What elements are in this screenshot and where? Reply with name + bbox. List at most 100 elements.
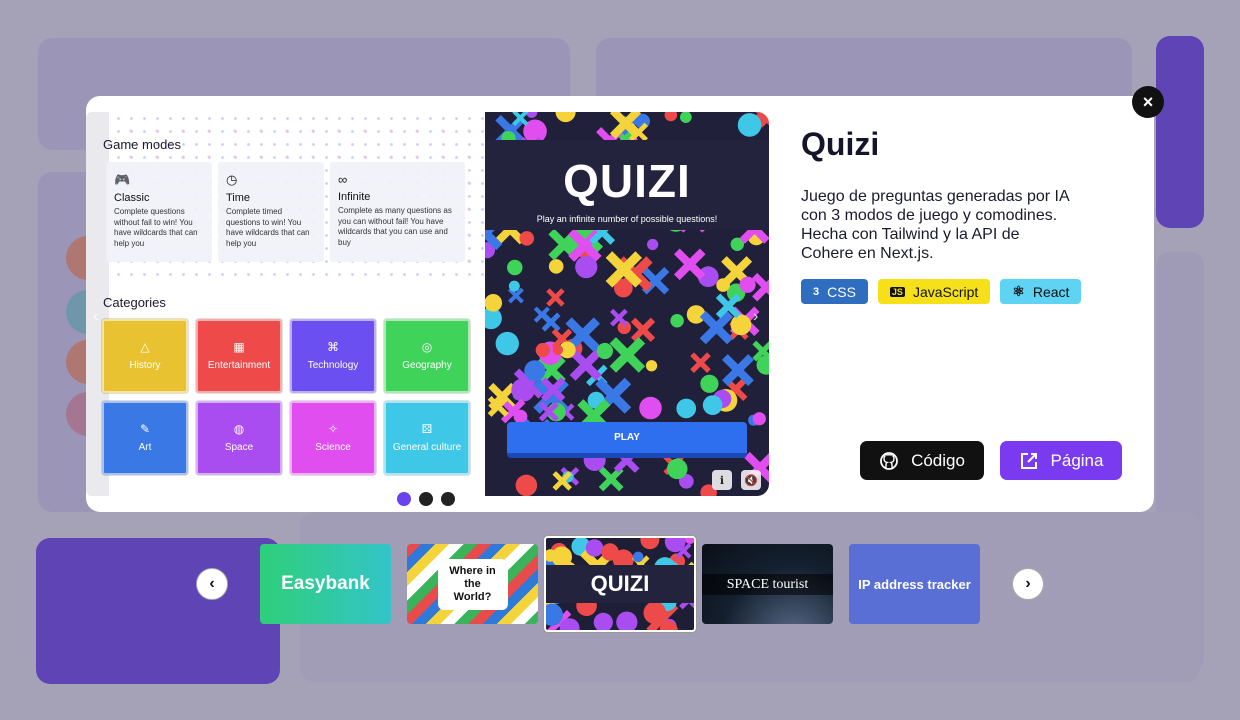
confetti-shape [700, 374, 719, 393]
confetti-shape [640, 538, 660, 550]
thumbnails-next-button[interactable]: › [1012, 568, 1044, 600]
dice-icon: ⚄ [421, 421, 433, 436]
nodes-icon: ⌘ [327, 339, 339, 354]
confetti-shape [752, 272, 769, 302]
confetti-shape [546, 288, 565, 307]
project-screenshot-landing: QUIZI Play an infinite number of possibl… [485, 112, 769, 496]
confetti-shape [690, 352, 711, 373]
game-modes-title: Game modes [103, 137, 182, 152]
confetti-shape [752, 340, 769, 362]
infinity-icon: ∞ [338, 172, 348, 187]
code-button-label: Código [911, 450, 965, 470]
confetti-shape [632, 551, 644, 563]
confetti-shape [524, 360, 546, 382]
globe-icon: ◎ [421, 339, 433, 354]
close-button[interactable]: × [1132, 86, 1164, 118]
category-label: Space [224, 441, 254, 453]
thumbnails-prev-button[interactable]: ‹ [196, 568, 228, 600]
category-technology[interactable]: ⌘ Technology [290, 319, 376, 393]
category-label: History [129, 359, 161, 371]
external-link-icon [1020, 452, 1037, 469]
thumbnail-label: Easybank [281, 573, 370, 594]
mode-name: Infinite [338, 191, 371, 203]
category-label: Art [138, 441, 152, 453]
category-science[interactable]: ✧ Science [290, 401, 376, 475]
carousel-dot[interactable] [441, 492, 455, 506]
thumbnail-ip-tracker[interactable]: IP address tracker [849, 544, 980, 624]
project-info: Quizi Juego de preguntas generadas por I… [801, 126, 1131, 304]
film-icon: ▦ [233, 339, 245, 354]
gamepad-icon: 🎮 [114, 172, 131, 187]
confetti-shape [596, 342, 614, 360]
confetti-shape [598, 466, 624, 492]
pyramid-icon: △ [140, 339, 150, 354]
confetti-shape [645, 360, 658, 372]
quizi-logo-text: QUIZI [563, 155, 691, 207]
mode-name: Classic [114, 192, 150, 204]
confetti-shape [722, 354, 754, 386]
project-title: Quizi [801, 126, 880, 162]
confetti-shape [519, 231, 535, 246]
confetti-shape [593, 612, 613, 630]
category-entertainment[interactable]: ▦ Entertainment [196, 319, 282, 393]
tag-javascript: JS JavaScript [877, 279, 991, 304]
category-general-culture[interactable]: ⚄ General culture [384, 401, 470, 475]
confetti-shape [664, 112, 678, 122]
category-label: Science [315, 441, 351, 453]
info-icon[interactable]: ℹ [712, 470, 732, 490]
categories-title: Categories [103, 295, 166, 310]
category-art[interactable]: ✎ Art [102, 401, 188, 475]
page-button[interactable]: Página [1000, 441, 1122, 480]
confetti-shape [569, 348, 602, 381]
confetti-shape [555, 112, 576, 123]
confetti-shape [702, 395, 723, 416]
thumbnail-space-tourist[interactable]: SPACE tourist [702, 544, 833, 624]
confetti-shape [548, 259, 564, 274]
mode-description: Complete questions without fail to win! … [114, 207, 198, 248]
confetti-shape [551, 546, 573, 567]
confetti-shape [575, 255, 598, 279]
confetti-shape [737, 113, 762, 137]
mute-icon[interactable]: 🔇 [741, 470, 761, 490]
confetti-shape [508, 287, 524, 304]
category-geography[interactable]: ◎ Geography [384, 319, 470, 393]
tag-css: 3 CSS [801, 279, 868, 304]
code-button[interactable]: Código [860, 441, 984, 480]
quizi-subtitle: Play an infinite number of possible ques… [536, 214, 718, 224]
carousel-dot[interactable] [397, 492, 411, 506]
mode-card-classic[interactable]: 🎮 Classic Complete questions without fai… [106, 162, 212, 262]
play-button[interactable]: PLAY [507, 422, 747, 458]
category-label: Technology [307, 359, 359, 371]
page-button-label: Página [1050, 450, 1104, 470]
mode-description: Complete as many questions as you can wi… [338, 206, 452, 247]
category-label: General culture [392, 441, 462, 453]
category-history[interactable]: △ History [102, 319, 188, 393]
confetti-shape [684, 538, 694, 544]
confetti-shape [535, 343, 551, 358]
mode-card-time[interactable]: ◷ Time Complete timed questions to win! … [218, 162, 324, 262]
confetti-shape [643, 601, 667, 625]
carousel-next-icon[interactable]: › [753, 308, 758, 326]
carousel-prev-icon[interactable]: ‹ [93, 308, 98, 326]
thumbnail-label: IP address tracker [858, 576, 971, 592]
carousel-dot[interactable] [419, 492, 433, 506]
thumbnail-where-in-the-world[interactable]: Where in the World? [407, 544, 538, 624]
category-space[interactable]: ◍ Space [196, 401, 282, 475]
project-modal: ‹ Game modes 🎮 Classic Complete question… [86, 96, 1154, 512]
confetti-shape [508, 280, 520, 292]
confetti-shape [639, 396, 662, 420]
thumbnail-easybank[interactable]: Easybank [260, 544, 391, 624]
carousel-dots [397, 492, 455, 506]
thumbnail-quizi[interactable]: QUIZI [544, 536, 696, 632]
project-screenshot-menu: ‹ Game modes 🎮 Classic Complete question… [86, 112, 485, 496]
thumbnail-label: QUIZI [546, 565, 694, 603]
clock-icon: ◷ [226, 172, 238, 187]
github-icon [880, 451, 898, 470]
css3-icon: 3 [813, 285, 820, 298]
react-icon: ⚛ [1012, 283, 1025, 299]
confetti-shape [673, 248, 706, 281]
mode-card-infinite[interactable]: ∞ Infinite Complete as many questions as… [330, 162, 465, 262]
confetti-shape [507, 259, 523, 276]
thumbnail-label: Where in the World? [437, 558, 508, 610]
category-label: Entertainment [207, 359, 271, 371]
